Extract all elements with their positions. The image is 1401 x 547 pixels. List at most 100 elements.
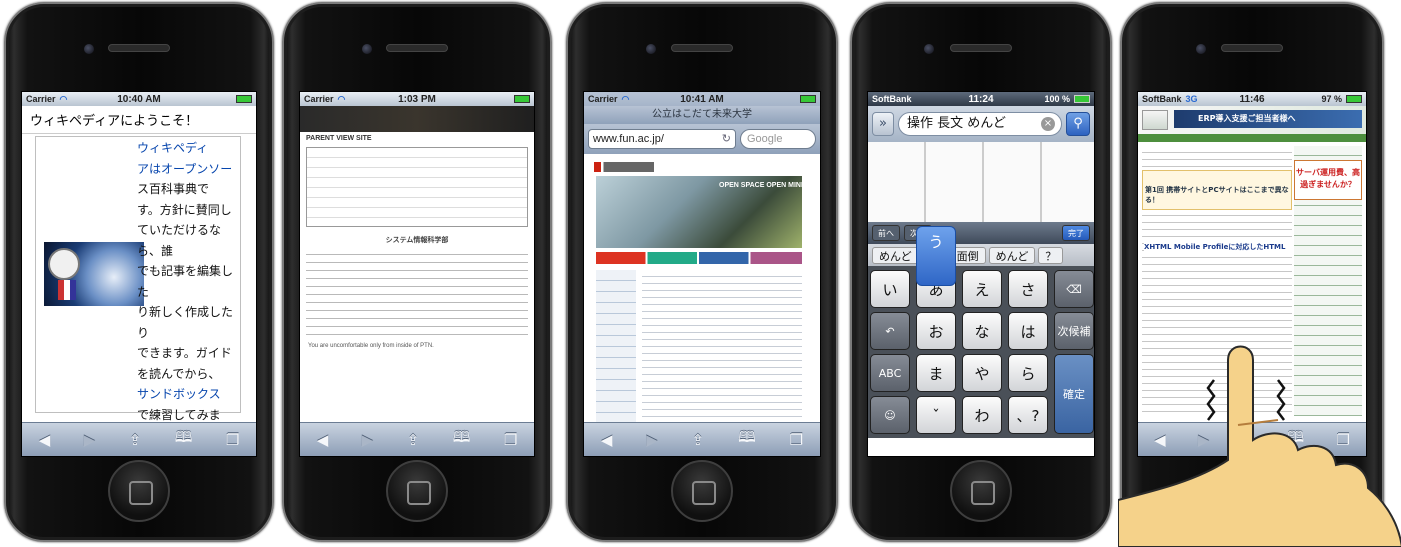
forward-icon[interactable]: ▶	[84, 431, 96, 449]
course-table[interactable]	[306, 147, 528, 227]
screen: SoftBank 11:24 100 % » 操作 長文 めんど × ⚲ 前へ …	[867, 91, 1095, 457]
screen: Carrier ◠ 10:41 AM 公立はこだて未来大学 www.fun.ac…	[583, 91, 821, 457]
clock: 10:40 AM	[117, 93, 161, 105]
undo-key[interactable]: ↶	[870, 312, 910, 350]
news-list[interactable]	[642, 270, 802, 435]
earpiece-speaker	[671, 44, 733, 52]
key-wa[interactable]: わ	[962, 396, 1002, 434]
abc-key[interactable]: ABC	[870, 354, 910, 392]
address-bar: www.fun.ac.jp/ ↻ Google	[584, 124, 820, 154]
search-input[interactable]: 操作 長文 めんど ×	[898, 112, 1062, 136]
home-button[interactable]	[386, 460, 448, 522]
pages-icon[interactable]: ❐	[504, 431, 517, 449]
delete-key[interactable]: ⌫	[1054, 270, 1094, 308]
candidate-bar: めんど う 面倒 めんど ？	[868, 244, 1094, 266]
battery-icon	[1346, 95, 1362, 103]
site-header: ERP導入支援ご担当者様へ	[1138, 106, 1366, 134]
back-icon[interactable]: ◀	[317, 431, 329, 449]
emoji-key[interactable]: ☺	[870, 396, 910, 434]
confirm-key[interactable]: 確定	[1054, 354, 1094, 434]
next-candidate-key[interactable]: 次候補	[1054, 312, 1094, 350]
candidate[interactable]: めんど	[872, 246, 919, 264]
reload-icon[interactable]: ↻	[722, 130, 731, 148]
share-icon[interactable]: ⇪	[129, 431, 142, 449]
screen: Carrier ◠ 10:40 AM ウィキペディアにようこそ！ ウィキペディア…	[21, 91, 257, 457]
status-bar: SoftBank 3G 11:46 97 %	[1138, 92, 1366, 106]
search-results[interactable]	[868, 142, 1094, 222]
feature-box[interactable]: 第1回 携帯サイトとPCサイトはここまで異なる！	[1142, 170, 1292, 210]
clear-icon[interactable]: ×	[1041, 117, 1055, 131]
key-i[interactable]: い	[870, 270, 910, 308]
screen: Carrier ◠ 1:03 PM PARENT VIEW SITE システム情…	[299, 91, 535, 457]
page-footer: You are uncomfortable only from inside o…	[308, 343, 434, 349]
candidate[interactable]: めんど	[988, 246, 1036, 264]
bookmarks-icon[interactable]: 🕮	[175, 427, 193, 452]
status-bar: Carrier ◠ 10:40 AM	[22, 92, 256, 106]
earpiece-speaker	[386, 44, 448, 52]
body-line: り新しく作成したり	[137, 305, 234, 340]
body-line: できます。ガイド	[137, 346, 232, 360]
home-button[interactable]	[671, 460, 733, 522]
clock: 1:03 PM	[398, 93, 436, 105]
pages-icon[interactable]: ❐	[790, 431, 803, 449]
url-field[interactable]: www.fun.ac.jp/ ↻	[588, 129, 736, 149]
key-na[interactable]: な	[962, 312, 1002, 350]
key-sa[interactable]: さ	[1008, 270, 1048, 308]
key-dakuten[interactable]: ˇ	[916, 396, 956, 434]
home-button[interactable]	[950, 460, 1012, 522]
bookmarks-icon[interactable]: 🕮	[738, 427, 756, 452]
breadcrumb[interactable]: PARENT VIEW SITE	[300, 132, 534, 145]
body-line: を読んでから、	[137, 366, 221, 381]
welcome-text: ウィキペディ アはオープンソー ス百科事典で す。方針に賛同し ていただけるなら、誰 でも…	[137, 138, 237, 456]
search-button[interactable]: ⚲	[1066, 112, 1090, 136]
key-punctuation[interactable]: 、?	[1008, 396, 1048, 434]
key-e[interactable]: え	[962, 270, 1002, 308]
side-ad[interactable]: サーバ運用費、高過ぎませんか？	[1294, 160, 1362, 200]
forward-icon[interactable]: ▶	[646, 431, 658, 449]
key-o[interactable]: お	[916, 312, 956, 350]
expand-button[interactable]: »	[872, 112, 894, 136]
side-menu[interactable]	[596, 270, 636, 435]
back-icon[interactable]: ◀	[601, 431, 613, 449]
global-nav[interactable]	[1138, 134, 1366, 142]
status-bar: Carrier ◠ 10:41 AM	[584, 92, 820, 106]
phone-2: Carrier ◠ 1:03 PM PARENT VIEW SITE システム情…	[282, 2, 552, 542]
feature-title: 第1回 携帯サイトとPCサイトはここまで異なる！	[1145, 186, 1289, 204]
banner-ad[interactable]: ERP導入支援ご担当者様へ	[1174, 110, 1362, 128]
search-field[interactable]: Google	[740, 129, 816, 149]
bookmarks-icon[interactable]: 🕮	[453, 427, 471, 452]
pages-icon[interactable]: ❐	[226, 431, 239, 449]
site-header	[300, 106, 534, 132]
home-button[interactable]	[108, 460, 170, 522]
phone-4: SoftBank 11:24 100 % » 操作 長文 めんど × ⚲ 前へ …	[850, 2, 1112, 542]
safari-toolbar: ◀ ▶ ⇪ 🕮 ❐	[300, 422, 534, 456]
article-headline[interactable]: XHTML Mobile Profileに対応したHTML	[1144, 242, 1292, 252]
key-ma[interactable]: ま	[916, 354, 956, 392]
prev-button[interactable]: 前へ	[872, 225, 900, 241]
category-banners[interactable]	[596, 252, 802, 264]
done-button[interactable]: 完了	[1062, 225, 1090, 241]
candidate[interactable]: ？	[1038, 246, 1064, 264]
battery-percent: 100 %	[1044, 94, 1070, 104]
body-line[interactable]: ウィキペディ	[137, 138, 237, 159]
body-line[interactable]: アはオープンソー	[137, 159, 237, 180]
site-logo[interactable]	[1142, 110, 1168, 130]
key-ra[interactable]: ら	[1008, 354, 1048, 392]
share-icon[interactable]: ⇪	[692, 431, 705, 449]
body-line[interactable]: サンドボックス	[137, 384, 237, 405]
portal-image[interactable]	[44, 242, 144, 306]
forward-icon[interactable]: ▶	[362, 431, 374, 449]
key-ha[interactable]: は	[1008, 312, 1048, 350]
body-line: ていただけるなら、誰	[137, 223, 222, 258]
flag-image	[58, 280, 76, 300]
back-icon[interactable]: ◀	[39, 431, 51, 449]
front-camera	[646, 44, 656, 54]
key-ya[interactable]: や	[962, 354, 1002, 392]
content-list[interactable]	[306, 249, 528, 339]
hand-illustration	[1118, 345, 1401, 547]
web-content: OPEN SPACE OPEN MIND	[584, 154, 820, 438]
battery-icon	[1074, 95, 1090, 103]
share-icon[interactable]: ⇪	[407, 431, 420, 449]
university-logo[interactable]	[594, 162, 654, 172]
flick-popup: う	[916, 226, 956, 286]
